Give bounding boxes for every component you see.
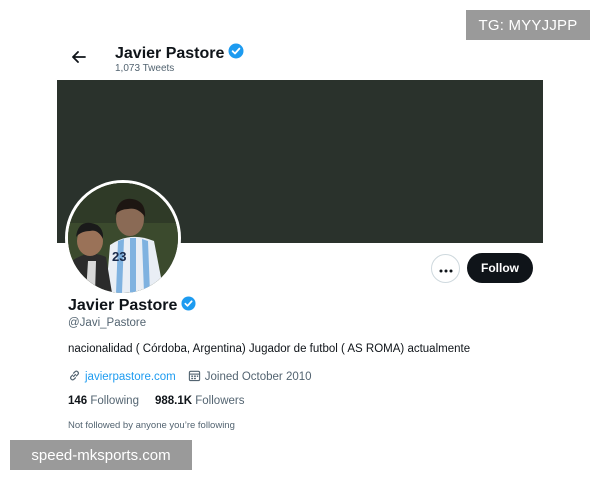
website-item: javierpastore.com <box>68 369 176 385</box>
header-name-text: Javier Pastore <box>115 44 225 62</box>
avatar[interactable]: 23 <box>65 180 181 296</box>
profile-handle: @Javi_Pastore <box>68 317 147 329</box>
verified-badge-icon <box>228 43 244 64</box>
followers-stat[interactable]: 988.1K Followers <box>155 395 245 407</box>
svg-text:23: 23 <box>112 249 126 264</box>
tweet-count: 1,073 Tweets <box>115 63 175 74</box>
profile-name: Javier Pastore <box>68 296 196 316</box>
following-count: 146 <box>68 395 88 407</box>
followed-by-notice: Not followed by anyone you’re following <box>68 420 235 431</box>
more-button[interactable] <box>431 254 460 283</box>
watermark-bottom: speed-mksports.com <box>10 440 192 470</box>
joined-item: Joined October 2010 <box>188 369 312 385</box>
profile-stats: 146 Following 988.1K Followers <box>68 395 244 407</box>
follow-button[interactable]: Follow <box>467 253 533 283</box>
website-link[interactable]: javierpastore.com <box>85 371 176 383</box>
following-label: Following <box>90 395 139 407</box>
header-title: Javier Pastore <box>115 43 244 64</box>
joined-date: Joined October 2010 <box>204 371 312 383</box>
more-horizontal-icon <box>439 260 453 278</box>
calendar-icon <box>188 369 201 385</box>
profile-name-text: Javier Pastore <box>68 297 178 314</box>
link-icon <box>68 369 81 385</box>
verified-badge-icon <box>181 296 196 316</box>
followers-label: Followers <box>195 395 245 407</box>
arrow-left-icon <box>72 50 86 68</box>
followers-count: 988.1K <box>154 395 193 407</box>
watermark-top: TG: MYYJJPP <box>466 10 590 40</box>
profile-meta: javierpastore.com Joined October 2010 <box>68 369 324 385</box>
profile-bio: nacionalidad ( Córdoba, Argentina) Jugad… <box>68 343 471 355</box>
back-button[interactable] <box>64 46 94 72</box>
following-stat[interactable]: 146 Following <box>68 395 139 407</box>
